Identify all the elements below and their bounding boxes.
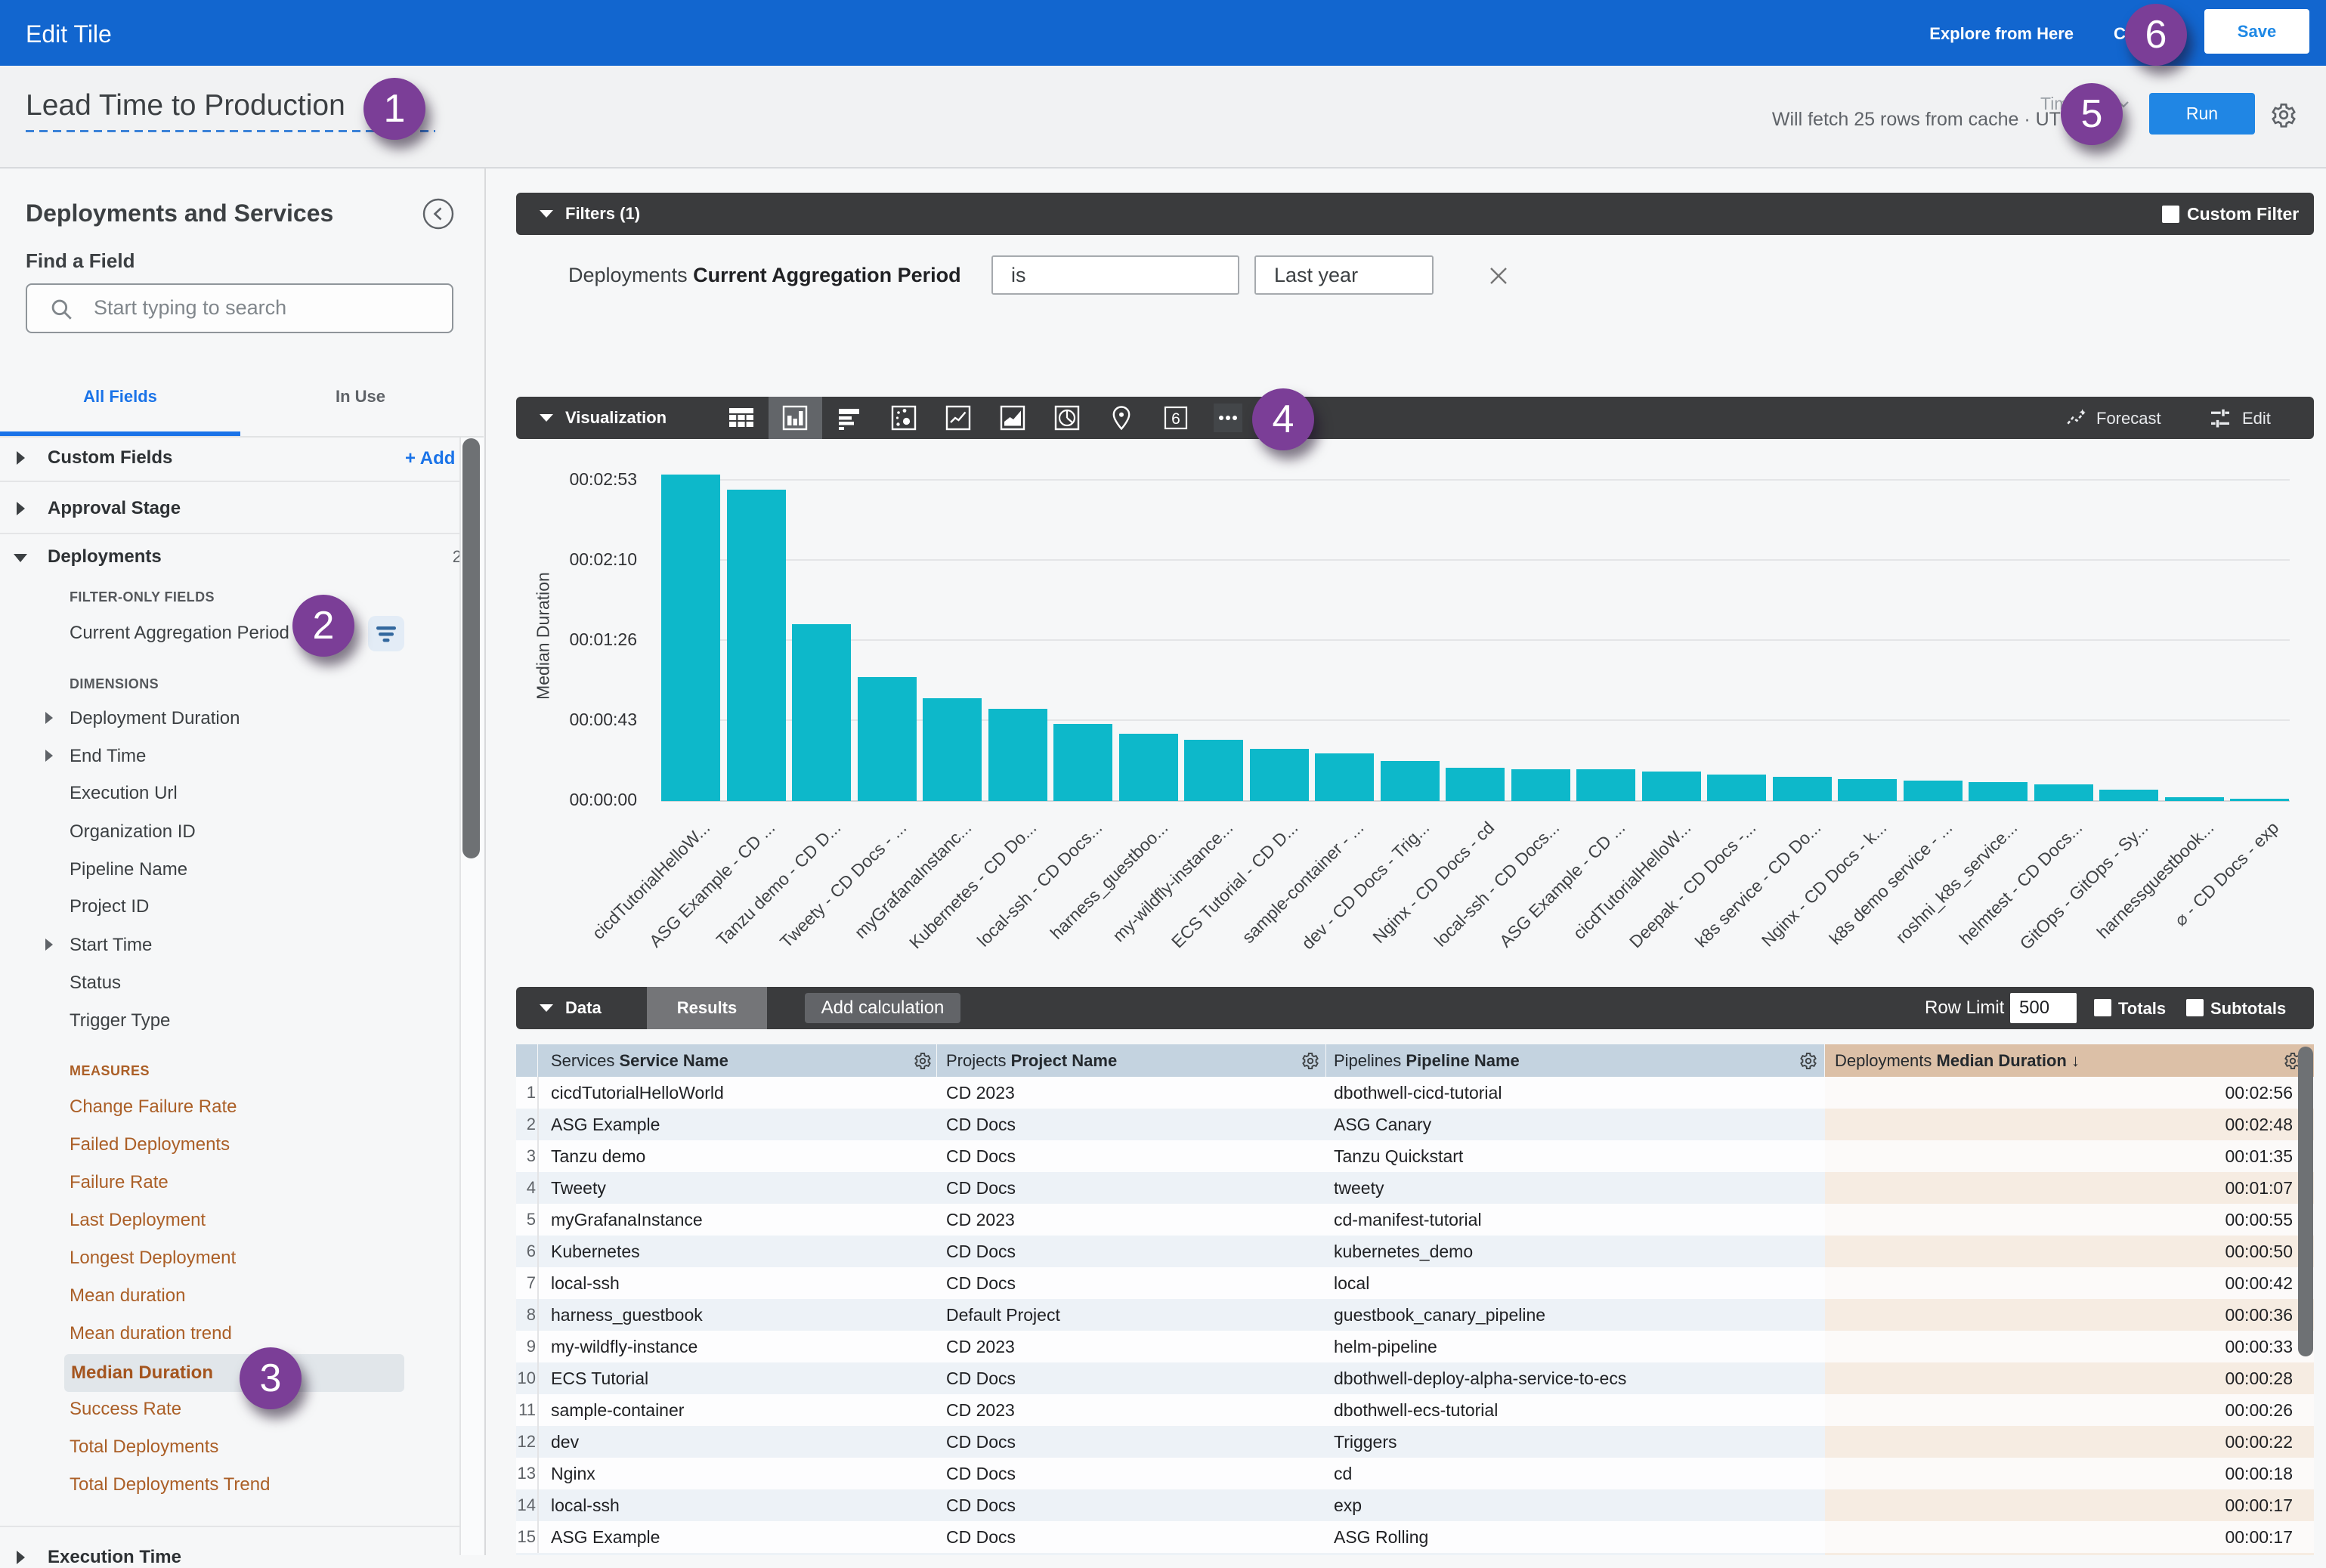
svg-text:6: 6 bbox=[1171, 410, 1180, 428]
